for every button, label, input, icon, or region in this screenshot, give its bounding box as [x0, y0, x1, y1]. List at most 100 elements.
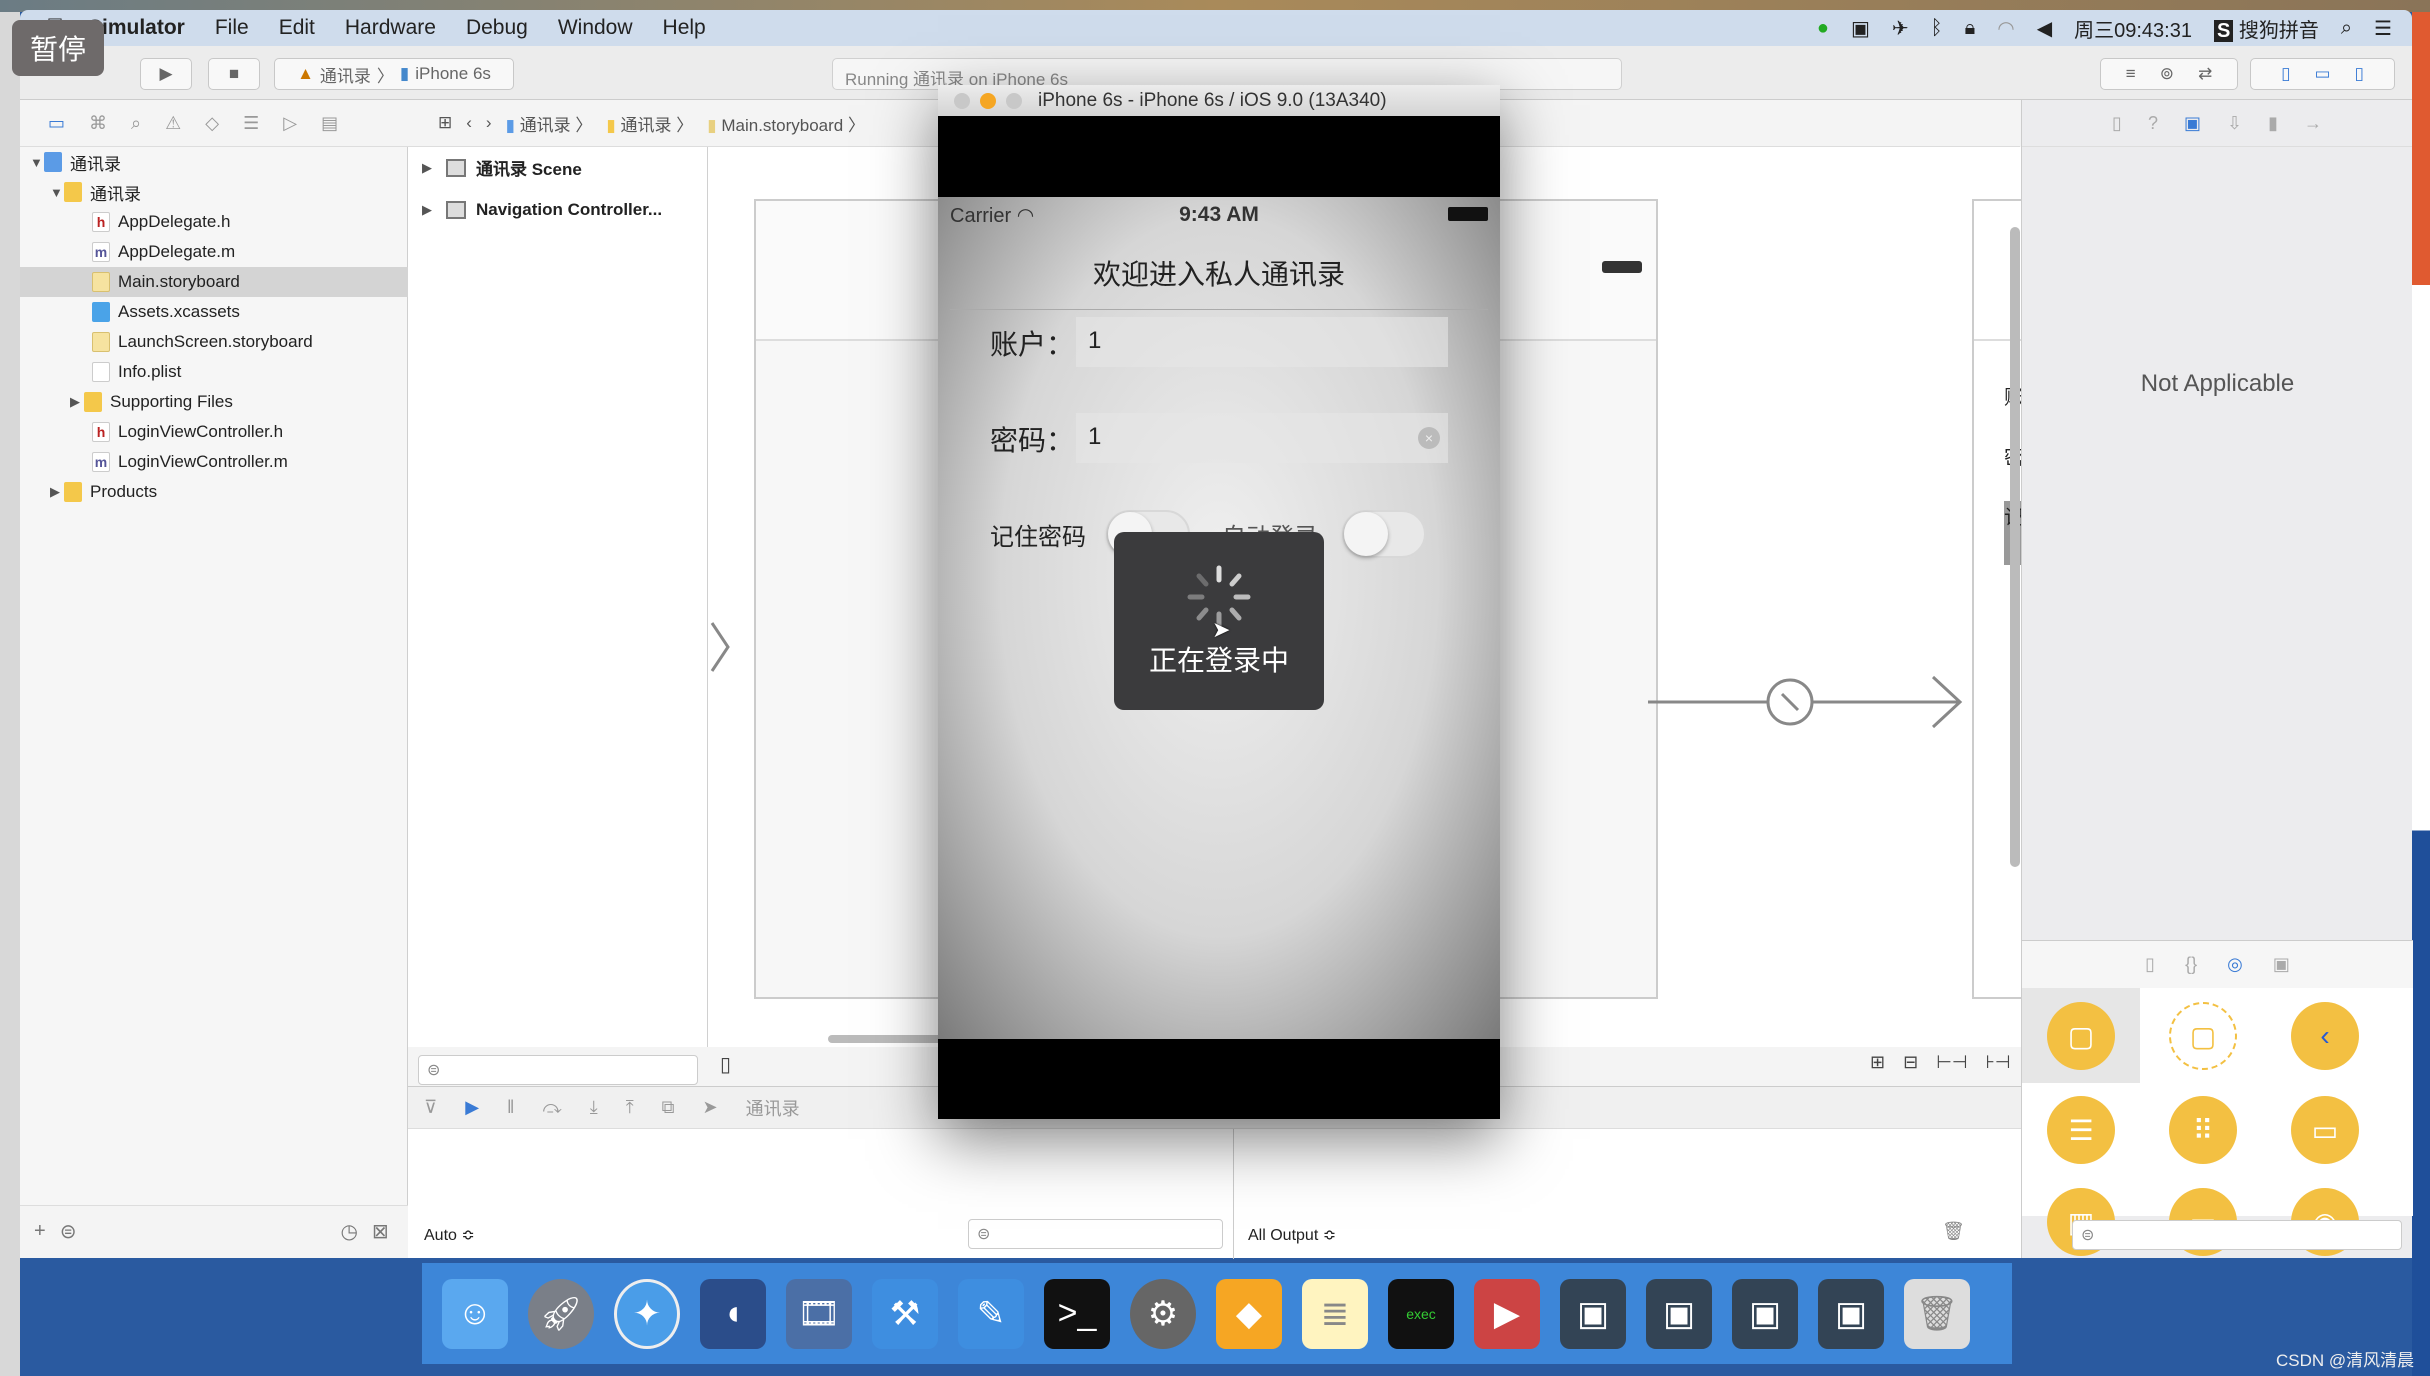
spotlight-icon[interactable]: ⌕: [2341, 17, 2352, 40]
disclosure-open-icon[interactable]: ▼: [50, 185, 64, 200]
recent-icon[interactable]: ◷: [340, 1219, 357, 1244]
nav-item-appdelegate-h[interactable]: h AppDelegate.h: [20, 207, 408, 237]
bluetooth-icon[interactable]: ᛒ: [1931, 17, 1943, 40]
nav-item-loginvc-h[interactable]: h LoginViewController.h: [20, 417, 408, 447]
variables-scope-select[interactable]: Auto ≎: [424, 1225, 475, 1245]
disclosure-closed-icon[interactable]: ▶: [422, 202, 436, 218]
finder-icon[interactable]: ☺: [442, 1278, 508, 1349]
media-library-icon[interactable]: ▣: [2273, 954, 2290, 975]
xcode-icon[interactable]: ⚒: [872, 1278, 938, 1349]
disclosure-closed-icon[interactable]: ▶: [422, 160, 436, 176]
mouse-app-icon[interactable]: ◖: [700, 1278, 766, 1349]
system-preferences-icon[interactable]: ⚙: [1130, 1278, 1196, 1349]
navigation-controller-icon[interactable]: ‹: [2291, 1002, 2359, 1070]
pin-icon[interactable]: ⊢⊣: [1936, 1052, 1967, 1073]
resolve-icon[interactable]: ⊦⊣: [1986, 1052, 2011, 1073]
forward-icon[interactable]: ›: [486, 113, 492, 133]
sketch-icon[interactable]: ◆: [1216, 1278, 1282, 1349]
library-filter-input[interactable]: ⊜: [2072, 1220, 2402, 1250]
outline-filter-input[interactable]: ⊜: [418, 1055, 698, 1085]
view-toggle-group[interactable]: ▯ ▭ ▯: [2250, 58, 2395, 90]
scheme-selector[interactable]: ▲ 通讯录〉 ▮ iPhone 6s: [274, 58, 514, 90]
clear-text-icon[interactable]: ×: [1418, 427, 1440, 449]
jump-item-file[interactable]: ▮ Main.storyboard 〉: [707, 111, 865, 136]
imovie-icon[interactable]: 🎞︎: [786, 1278, 852, 1349]
related-items-icon[interactable]: ⊞: [438, 113, 452, 133]
quicktime-icon[interactable]: ▶: [1474, 1278, 1540, 1349]
align-icon[interactable]: ⊟: [1903, 1052, 1918, 1073]
nav-item-supporting-files[interactable]: ▶ Supporting Files: [20, 387, 408, 417]
issue-navigator-icon[interactable]: ⚠: [165, 113, 181, 134]
screen-app-icon-1[interactable]: ▣: [1560, 1278, 1626, 1349]
breakpoints-icon[interactable]: ▶: [465, 1097, 479, 1118]
jump-item-project[interactable]: ▮ 通讯录 〉: [506, 111, 593, 136]
standard-editor-icon[interactable]: ≡: [2126, 64, 2136, 84]
nav-item-group[interactable]: ▼ 通讯录: [20, 177, 408, 207]
add-icon[interactable]: +: [34, 1220, 46, 1243]
object-library-icon[interactable]: ◎: [2227, 954, 2243, 975]
report-navigator-icon[interactable]: ▤: [321, 113, 338, 134]
view-controller-icon[interactable]: ▢: [2047, 1002, 2115, 1070]
notes-icon[interactable]: ≣: [1302, 1278, 1368, 1349]
auto-login-switch[interactable]: [1342, 510, 1426, 558]
code-snippet-icon[interactable]: {}: [2185, 954, 2197, 975]
nav-item-products[interactable]: ▶ Products: [20, 477, 408, 507]
clock[interactable]: 周三09:43:31: [2074, 14, 2192, 43]
identity-inspector-icon[interactable]: ▣: [2184, 113, 2201, 134]
zoom-button[interactable]: [1006, 92, 1022, 109]
trash-icon[interactable]: 🗑︎: [1942, 1221, 1965, 1242]
instruments-icon[interactable]: ✎: [958, 1278, 1024, 1349]
outline-item-scene[interactable]: ▶ 通讯录 Scene: [422, 155, 582, 180]
close-button[interactable]: [954, 92, 970, 109]
step-out-icon[interactable]: ⤒: [626, 1097, 634, 1118]
disclosure-open-icon[interactable]: ▼: [30, 155, 44, 170]
breakpoint-navigator-icon[interactable]: ▷: [283, 113, 297, 134]
run-button[interactable]: ▶: [140, 58, 192, 90]
nav-item-launchscreen[interactable]: LaunchScreen.storyboard: [20, 327, 408, 357]
project-navigator-icon[interactable]: ▭: [48, 113, 65, 134]
nav-item-loginvc-m[interactable]: m LoginViewController.m: [20, 447, 408, 477]
screen-app-icon-3[interactable]: ▣: [1732, 1278, 1798, 1349]
size-inspector-icon[interactable]: ▮: [2268, 113, 2278, 134]
account-field[interactable]: 1: [1076, 317, 1448, 367]
test-navigator-icon[interactable]: ◇: [205, 113, 219, 134]
volume-icon[interactable]: ◀: [2037, 16, 2052, 41]
hide-outline-icon[interactable]: ▯: [720, 1052, 731, 1077]
step-over-icon[interactable]: ⤼: [542, 1097, 561, 1118]
jump-item-group[interactable]: ▮ 通讯录 〉: [606, 111, 693, 136]
canvas-vertical-scrollbar[interactable]: [2010, 227, 2020, 867]
outline-item-navcontroller[interactable]: ▶ Navigation Controller...: [422, 200, 662, 220]
nav-item-main-storyboard[interactable]: Main.storyboard: [20, 267, 408, 297]
utilities-toggle-icon[interactable]: ▯: [2355, 64, 2364, 84]
collection-view-controller-icon[interactable]: ⠿: [2169, 1096, 2237, 1164]
ime-label[interactable]: S 搜狗拼音: [2213, 14, 2319, 43]
menu-window[interactable]: Window: [558, 16, 633, 40]
back-icon[interactable]: ‹: [466, 113, 472, 133]
airplane-icon[interactable]: ✈: [1892, 16, 1909, 41]
menu-hardware[interactable]: Hardware: [345, 16, 436, 40]
symbol-navigator-icon[interactable]: ⌘: [89, 113, 107, 134]
tab-bar-controller-icon[interactable]: ▭: [2291, 1096, 2359, 1164]
screen-app-icon-2[interactable]: ▣: [1646, 1278, 1712, 1349]
version-editor-icon[interactable]: ⇄: [2198, 64, 2212, 84]
editor-mode-group[interactable]: ≡ ⊚ ⇄: [2100, 58, 2238, 90]
stop-button[interactable]: ■: [208, 58, 260, 90]
debug-navigator-icon[interactable]: ☰: [243, 113, 259, 134]
disclosure-closed-icon[interactable]: ▶: [50, 484, 64, 500]
green-app-icon[interactable]: ●: [1817, 17, 1829, 40]
menu-edit[interactable]: Edit: [279, 16, 315, 40]
view-debugger-icon[interactable]: ⧉: [662, 1097, 675, 1118]
safari-icon[interactable]: ✦: [614, 1278, 680, 1349]
hide-debug-icon[interactable]: ⊽: [424, 1097, 437, 1118]
debug-toggle-icon[interactable]: ▭: [2314, 64, 2330, 84]
nav-item-info-plist[interactable]: Info.plist: [20, 357, 408, 387]
notification-icon[interactable]: ☰: [2374, 16, 2392, 41]
launchpad-icon[interactable]: 🚀︎: [528, 1278, 594, 1349]
nav-item-assets[interactable]: Assets.xcassets: [20, 297, 408, 327]
assistant-editor-icon[interactable]: ⊚: [2160, 64, 2174, 84]
connections-inspector-icon[interactable]: →: [2304, 113, 2322, 134]
screen-app-icon-4[interactable]: ▣: [1818, 1278, 1884, 1349]
step-in-icon[interactable]: ⤓: [590, 1097, 598, 1118]
help-inspector-icon[interactable]: ?: [2148, 113, 2158, 134]
segue-arrow[interactable]: [1648, 667, 1988, 737]
